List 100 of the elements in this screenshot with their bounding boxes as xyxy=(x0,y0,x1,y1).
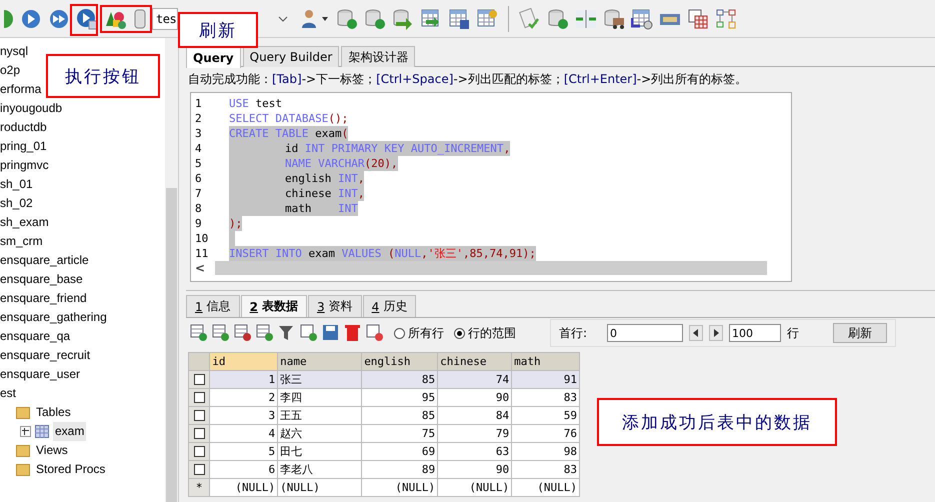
compare-icon[interactable] xyxy=(575,8,597,30)
expand-icon[interactable] xyxy=(20,426,31,437)
radio-option[interactable]: 所有行 xyxy=(394,324,444,342)
tree-item[interactable]: sm_crm xyxy=(0,232,45,251)
tree-item[interactable]: Stored Procs xyxy=(34,460,108,479)
row-checkbox[interactable] xyxy=(194,410,205,421)
folder-icon xyxy=(16,464,30,476)
truck-icon[interactable] xyxy=(603,8,625,30)
tree-item[interactable]: pring_01 xyxy=(0,137,49,156)
tree-item[interactable]: ensquare_friend xyxy=(0,289,89,308)
table-cell: (NULL) xyxy=(362,478,438,496)
row-count-field[interactable]: 100 xyxy=(729,324,782,342)
table-cell: (NULL) xyxy=(512,478,580,496)
next-icon[interactable] xyxy=(709,325,724,341)
table-cell: 98 xyxy=(512,442,580,460)
database-select[interactable]: tes xyxy=(152,8,178,30)
grid-icon[interactable] xyxy=(420,8,442,30)
tree-item[interactable]: erforma xyxy=(0,80,44,99)
tree-item[interactable]: est xyxy=(0,384,18,403)
scrollbar-thumb[interactable] xyxy=(215,261,767,275)
database-icon[interactable] xyxy=(336,8,358,30)
tree-item[interactable]: o2p xyxy=(0,61,22,80)
table-cell: 5 xyxy=(210,442,278,460)
tree-item[interactable]: nysql xyxy=(0,42,30,61)
tree-item[interactable]: Views xyxy=(34,441,70,460)
grid-tool-icon[interactable] xyxy=(366,324,384,342)
table-cell: 1 xyxy=(210,370,278,388)
grid-tool-icon[interactable] xyxy=(212,324,230,342)
tree-item[interactable]: roductdb xyxy=(0,118,49,137)
column-header[interactable]: name xyxy=(278,352,362,370)
line-number: 10 xyxy=(194,231,210,246)
table-cell: 95 xyxy=(362,388,438,406)
first-row-field[interactable]: 0 xyxy=(607,324,684,342)
grid-tool-icon[interactable] xyxy=(300,324,318,342)
fast-forward-icon[interactable] xyxy=(48,8,70,30)
tree-item[interactable]: exam xyxy=(53,422,86,441)
save-icon[interactable] xyxy=(322,324,340,342)
result-tab[interactable]: 3 资料 xyxy=(308,295,362,317)
play-icon[interactable] xyxy=(20,8,42,30)
delete-icon[interactable] xyxy=(344,324,362,342)
database-icon[interactable] xyxy=(134,8,146,30)
sql-editor[interactable] xyxy=(190,92,792,282)
user-icon[interactable] xyxy=(300,8,330,30)
scroll-left-icon[interactable]: < xyxy=(195,261,206,275)
dropdown-caret-icon[interactable] xyxy=(278,14,288,22)
callout-label: 刷新 xyxy=(178,12,258,48)
row-checkbox[interactable] xyxy=(194,446,205,457)
editor-tab[interactable]: Query xyxy=(186,46,241,68)
column-header[interactable]: math xyxy=(512,352,580,370)
grid-icon[interactable] xyxy=(448,8,470,30)
row-checkbox[interactable] xyxy=(194,392,205,403)
tree-item[interactable]: ensquare_qa xyxy=(0,327,72,346)
grid-tool-icon[interactable] xyxy=(234,324,252,342)
first-row-label: 首行: xyxy=(559,324,588,342)
tree-item[interactable]: ensquare_user xyxy=(0,365,82,384)
scrollbar-thumb[interactable] xyxy=(166,188,177,502)
tree-item[interactable]: ensquare_recruit xyxy=(0,346,92,365)
autocomplete-hint: 自动完成功能：[Tab]->下一标签；[Ctrl+Space]->列出匹配的标签；[Ctrl+Enter]->列出所有的标签。 xyxy=(187,71,748,88)
refresh-button[interactable]: 刷新 xyxy=(833,323,888,343)
column-header[interactable]: english xyxy=(362,352,438,370)
tree-item[interactable]: ensquare_article xyxy=(0,251,91,270)
toolbar-icon[interactable] xyxy=(4,8,14,30)
radio-option[interactable]: 行的范围 xyxy=(454,324,516,342)
tree-item[interactable]: pringmvc xyxy=(0,156,51,175)
grid-icon[interactable] xyxy=(631,8,653,30)
database-icon[interactable] xyxy=(364,8,386,30)
execute-icon[interactable] xyxy=(76,8,98,30)
column-header[interactable]: id xyxy=(210,352,278,370)
table-icon xyxy=(35,425,49,438)
database-icon[interactable] xyxy=(547,8,569,30)
tree-item[interactable]: ensquare_gathering xyxy=(0,308,109,327)
result-tab[interactable]: 2 表数据 xyxy=(240,295,307,317)
grid-icon[interactable] xyxy=(687,8,709,30)
highlight-frame xyxy=(100,5,152,33)
grid-icon[interactable] xyxy=(476,8,498,30)
tree-item[interactable]: sh_exam xyxy=(0,213,51,232)
result-tab[interactable]: 1 信息 xyxy=(186,295,240,317)
row-checkbox[interactable] xyxy=(194,428,205,439)
filter-icon[interactable] xyxy=(278,324,296,342)
tree-item[interactable]: ensquare_base xyxy=(0,270,85,289)
row-checkbox[interactable] xyxy=(194,374,205,385)
tree-item[interactable]: sh_01 xyxy=(0,175,35,194)
diagram-icon[interactable] xyxy=(715,8,737,30)
tree-item[interactable]: sh_02 xyxy=(0,194,35,213)
database-icon[interactable] xyxy=(392,8,414,30)
grid-tool-icon[interactable] xyxy=(190,324,208,342)
table-cell: 74 xyxy=(438,370,512,388)
table-cell: 3 xyxy=(210,406,278,424)
row-checkbox[interactable] xyxy=(194,464,205,475)
previous-icon[interactable] xyxy=(689,325,704,341)
grid-tool-icon[interactable] xyxy=(256,324,274,342)
code-line: SELECT DATABASE(); xyxy=(229,111,348,126)
tree-item[interactable]: inyougoudb xyxy=(0,99,64,118)
line-number: 1 xyxy=(194,96,203,111)
result-tab[interactable]: 4 历史 xyxy=(362,295,416,317)
editor-tab[interactable]: Query Builder xyxy=(242,46,340,67)
column-header[interactable]: chinese xyxy=(438,352,512,370)
tree-item[interactable]: Tables xyxy=(34,403,73,422)
table-cell: 4 xyxy=(210,424,278,442)
editor-tab[interactable]: 架构设计器 xyxy=(341,46,416,67)
